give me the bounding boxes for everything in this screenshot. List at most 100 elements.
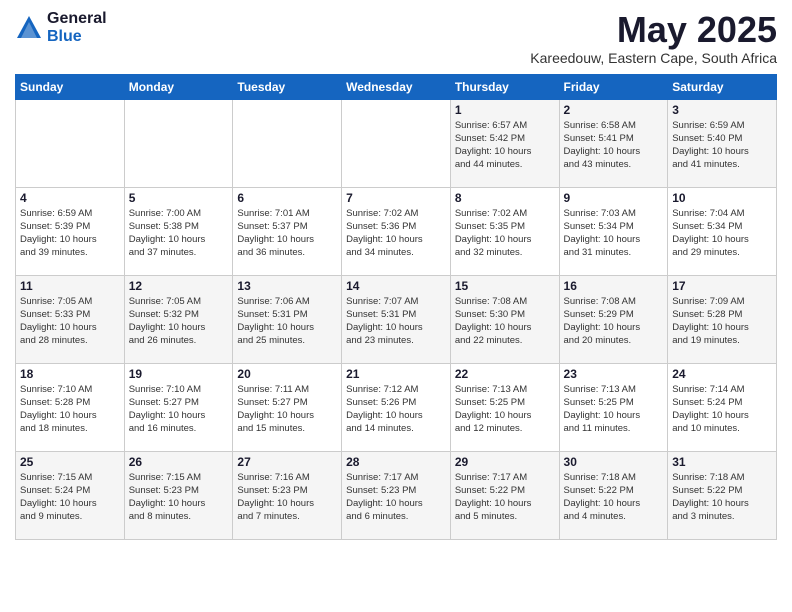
day-number: 19: [129, 367, 229, 381]
day-number: 15: [455, 279, 555, 293]
day-number: 10: [672, 191, 772, 205]
calendar-cell: 15 Sunrise: 7:08 AMSunset: 5:30 PMDayligh…: [450, 275, 559, 363]
calendar-cell: 5 Sunrise: 7:00 AMSunset: 5:38 PMDaylight…: [124, 187, 233, 275]
day-info: Sunrise: 7:05 AMSunset: 5:33 PMDaylight:…: [20, 295, 120, 348]
calendar-cell: 17 Sunrise: 7:09 AMSunset: 5:28 PMDayligh…: [668, 275, 777, 363]
day-number: 2: [564, 103, 664, 117]
day-info: Sunrise: 7:16 AMSunset: 5:23 PMDaylight:…: [237, 471, 337, 524]
logo-general: General: [47, 10, 107, 28]
day-number: 24: [672, 367, 772, 381]
logo: General Blue: [15, 10, 107, 45]
day-header-sunday: Sunday: [16, 74, 125, 99]
day-info: Sunrise: 7:02 AMSunset: 5:35 PMDaylight:…: [455, 207, 555, 260]
calendar-cell: 27 Sunrise: 7:16 AMSunset: 5:23 PMDayligh…: [233, 451, 342, 539]
calendar-cell: 9 Sunrise: 7:03 AMSunset: 5:34 PMDaylight…: [559, 187, 668, 275]
week-row: 4Sunrise: 6:59 AMSunset: 5:39 PMDaylight…: [16, 187, 777, 275]
day-header-saturday: Saturday: [668, 74, 777, 99]
day-info: Sunrise: 7:18 AMSunset: 5:22 PMDaylight:…: [564, 471, 664, 524]
calendar-cell: 24Sunrise: 7:14 AMSunset: 5:24 PMDayligh…: [668, 363, 777, 451]
day-info: Sunrise: 7:15 AMSunset: 5:23 PMDaylight:…: [129, 471, 229, 524]
day-info: Sunrise: 7:01 AMSunset: 5:37 PMDaylight:…: [237, 207, 337, 260]
calendar-cell: 14 Sunrise: 7:07 AMSunset: 5:31 PMDayligh…: [342, 275, 451, 363]
calendar-cell: 16Sunrise: 7:08 AMSunset: 5:29 PMDayligh…: [559, 275, 668, 363]
day-number: 18: [20, 367, 120, 381]
week-row: 25 Sunrise: 7:15 AMSunset: 5:24 PMDayligh…: [16, 451, 777, 539]
day-number: 1: [455, 103, 555, 117]
calendar-cell: [16, 99, 125, 187]
calendar-cell: [233, 99, 342, 187]
day-info: Sunrise: 7:06 AMSunset: 5:31 PMDaylight:…: [237, 295, 337, 348]
calendar-cell: 13 Sunrise: 7:06 AMSunset: 5:31 PMDayligh…: [233, 275, 342, 363]
day-number: 20: [237, 367, 337, 381]
day-header-thursday: Thursday: [450, 74, 559, 99]
month-title: May 2025: [530, 10, 777, 50]
day-number: 26: [129, 455, 229, 469]
calendar-table: SundayMondayTuesdayWednesdayThursdayFrid…: [15, 74, 777, 540]
day-info: Sunrise: 7:15 AMSunset: 5:24 PMDaylight:…: [20, 471, 120, 524]
day-info: Sunrise: 7:17 AMSunset: 5:23 PMDaylight:…: [346, 471, 446, 524]
day-info: Sunrise: 7:12 AMSunset: 5:26 PMDaylight:…: [346, 383, 446, 436]
day-number: 14: [346, 279, 446, 293]
day-info: Sunrise: 6:57 AMSunset: 5:42 PMDaylight:…: [455, 119, 555, 172]
day-info: Sunrise: 7:13 AMSunset: 5:25 PMDaylight:…: [564, 383, 664, 436]
calendar-cell: [124, 99, 233, 187]
week-row: 18Sunrise: 7:10 AMSunset: 5:28 PMDayligh…: [16, 363, 777, 451]
day-info: Sunrise: 7:08 AMSunset: 5:30 PMDaylight:…: [455, 295, 555, 348]
day-info: Sunrise: 7:18 AMSunset: 5:22 PMDaylight:…: [672, 471, 772, 524]
calendar-cell: 6Sunrise: 7:01 AMSunset: 5:37 PMDaylight…: [233, 187, 342, 275]
day-info: Sunrise: 7:07 AMSunset: 5:31 PMDaylight:…: [346, 295, 446, 348]
calendar-cell: 1 Sunrise: 6:57 AMSunset: 5:42 PMDaylight…: [450, 99, 559, 187]
day-number: 16: [564, 279, 664, 293]
logo-icon: [15, 14, 43, 42]
day-info: Sunrise: 7:00 AMSunset: 5:38 PMDaylight:…: [129, 207, 229, 260]
day-number: 9: [564, 191, 664, 205]
calendar-cell: 28 Sunrise: 7:17 AMSunset: 5:23 PMDayligh…: [342, 451, 451, 539]
calendar-cell: 12Sunrise: 7:05 AMSunset: 5:32 PMDayligh…: [124, 275, 233, 363]
location: Kareedouw, Eastern Cape, South Africa: [530, 50, 777, 66]
day-number: 31: [672, 455, 772, 469]
calendar-cell: 22Sunrise: 7:13 AMSunset: 5:25 PMDayligh…: [450, 363, 559, 451]
day-info: Sunrise: 7:13 AMSunset: 5:25 PMDaylight:…: [455, 383, 555, 436]
calendar-cell: 21 Sunrise: 7:12 AMSunset: 5:26 PMDayligh…: [342, 363, 451, 451]
calendar-cell: 3Sunrise: 6:59 AMSunset: 5:40 PMDaylight…: [668, 99, 777, 187]
day-info: Sunrise: 6:58 AMSunset: 5:41 PMDaylight:…: [564, 119, 664, 172]
day-number: 30: [564, 455, 664, 469]
logo-blue: Blue: [47, 28, 107, 46]
day-info: Sunrise: 7:05 AMSunset: 5:32 PMDaylight:…: [129, 295, 229, 348]
calendar-cell: 19Sunrise: 7:10 AMSunset: 5:27 PMDayligh…: [124, 363, 233, 451]
calendar-cell: 10Sunrise: 7:04 AMSunset: 5:34 PMDayligh…: [668, 187, 777, 275]
calendar-cell: 20 Sunrise: 7:11 AMSunset: 5:27 PMDayligh…: [233, 363, 342, 451]
day-number: 11: [20, 279, 120, 293]
day-header-monday: Monday: [124, 74, 233, 99]
day-info: Sunrise: 6:59 AMSunset: 5:40 PMDaylight:…: [672, 119, 772, 172]
day-number: 7: [346, 191, 446, 205]
week-row: 11 Sunrise: 7:05 AMSunset: 5:33 PMDayligh…: [16, 275, 777, 363]
week-row: 1 Sunrise: 6:57 AMSunset: 5:42 PMDaylight…: [16, 99, 777, 187]
day-number: 25: [20, 455, 120, 469]
day-number: 27: [237, 455, 337, 469]
calendar-cell: 2 Sunrise: 6:58 AMSunset: 5:41 PMDaylight…: [559, 99, 668, 187]
day-number: 17: [672, 279, 772, 293]
logo-text: General Blue: [47, 10, 107, 45]
calendar-cell: 31 Sunrise: 7:18 AMSunset: 5:22 PMDayligh…: [668, 451, 777, 539]
calendar-cell: 23Sunrise: 7:13 AMSunset: 5:25 PMDayligh…: [559, 363, 668, 451]
calendar-cell: 7Sunrise: 7:02 AMSunset: 5:36 PMDaylight…: [342, 187, 451, 275]
day-info: Sunrise: 7:11 AMSunset: 5:27 PMDaylight:…: [237, 383, 337, 436]
page-header: General Blue May 2025 Kareedouw, Eastern…: [15, 10, 777, 66]
calendar-cell: 30 Sunrise: 7:18 AMSunset: 5:22 PMDayligh…: [559, 451, 668, 539]
calendar-cell: 11 Sunrise: 7:05 AMSunset: 5:33 PMDayligh…: [16, 275, 125, 363]
calendar-cell: [342, 99, 451, 187]
day-number: 4: [20, 191, 120, 205]
day-number: 13: [237, 279, 337, 293]
day-number: 28: [346, 455, 446, 469]
day-number: 8: [455, 191, 555, 205]
day-number: 5: [129, 191, 229, 205]
day-info: Sunrise: 7:03 AMSunset: 5:34 PMDaylight:…: [564, 207, 664, 260]
day-header-tuesday: Tuesday: [233, 74, 342, 99]
day-info: Sunrise: 7:09 AMSunset: 5:28 PMDaylight:…: [672, 295, 772, 348]
header-row: SundayMondayTuesdayWednesdayThursdayFrid…: [16, 74, 777, 99]
calendar-cell: 29Sunrise: 7:17 AMSunset: 5:22 PMDayligh…: [450, 451, 559, 539]
calendar-cell: 25 Sunrise: 7:15 AMSunset: 5:24 PMDayligh…: [16, 451, 125, 539]
day-number: 29: [455, 455, 555, 469]
day-number: 21: [346, 367, 446, 381]
